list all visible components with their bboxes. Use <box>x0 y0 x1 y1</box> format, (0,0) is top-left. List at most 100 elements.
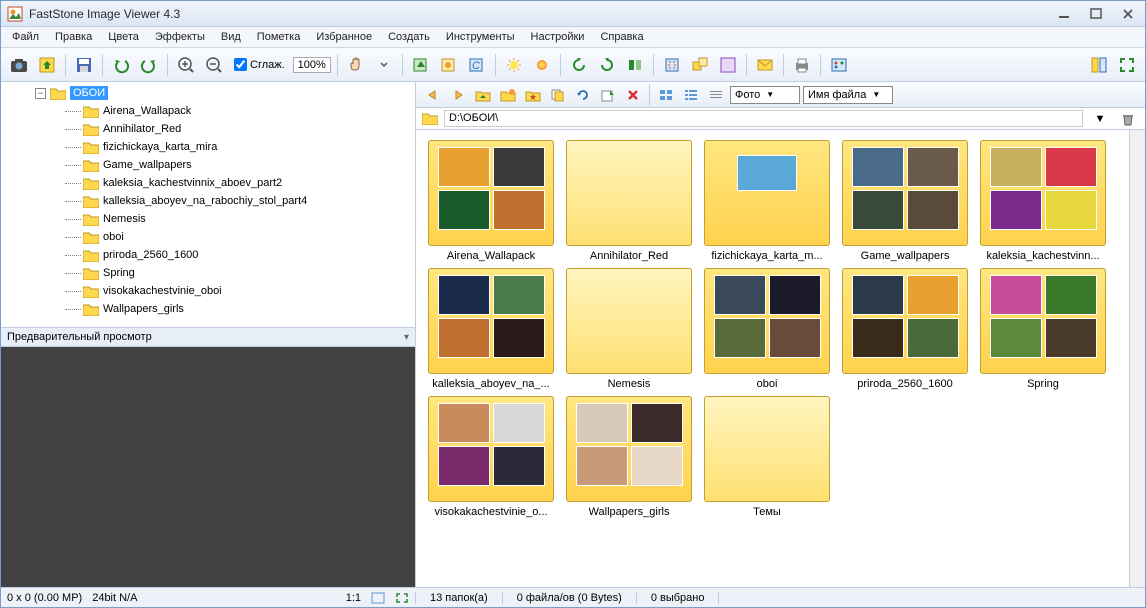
fit-icon[interactable] <box>371 592 385 604</box>
thumbnail-item[interactable]: oboi <box>702 268 832 390</box>
thumbnail-item[interactable]: Wallpapers_girls <box>564 396 694 518</box>
tree-node[interactable]: kalleksia_aboyev_na_rabochiy_stol_part4 <box>3 192 413 210</box>
trash-icon[interactable] <box>1117 109 1139 129</box>
menu-help[interactable]: Справка <box>593 29 650 45</box>
collapse-icon[interactable]: − <box>35 88 46 99</box>
thumbnail-label: Spring <box>1027 378 1059 390</box>
menu-favorites[interactable]: Избранное <box>309 29 379 45</box>
delete-icon[interactable] <box>622 85 644 105</box>
zoom-out-icon[interactable] <box>202 53 226 77</box>
view-list-icon[interactable] <box>680 85 702 105</box>
tool-c-icon[interactable]: C <box>465 53 489 77</box>
folder-icon <box>83 141 99 154</box>
preview-header[interactable]: Предварительный просмотр ▾ <box>1 327 415 347</box>
thumbnail-item[interactable]: Темы <box>702 396 832 518</box>
menu-file[interactable]: Файл <box>5 29 46 45</box>
lighten-icon[interactable] <box>502 53 526 77</box>
thumbnail-item[interactable]: Spring <box>978 268 1108 390</box>
tree-node[interactable]: Spring <box>3 264 413 282</box>
layout-icon[interactable] <box>1087 53 1111 77</box>
zoom-combo[interactable]: 100% <box>293 57 331 73</box>
thumbnail-item[interactable]: kalleksia_aboyev_na_... <box>426 268 556 390</box>
menu-tag[interactable]: Пометка <box>250 29 308 45</box>
scrollbar[interactable] <box>1129 130 1145 587</box>
tree-node-label: visokakachestvinie_oboi <box>103 285 222 297</box>
save-icon[interactable] <box>72 53 96 77</box>
print-icon[interactable] <box>790 53 814 77</box>
hand-icon[interactable] <box>344 53 368 77</box>
rotate-left-icon[interactable] <box>567 53 591 77</box>
capture-icon[interactable] <box>7 53 31 77</box>
new-folder-icon[interactable] <box>497 85 519 105</box>
up-icon[interactable] <box>472 85 494 105</box>
redo-icon[interactable] <box>137 53 161 77</box>
sort-combo[interactable]: Имя файла▼ <box>803 86 893 104</box>
undo-icon[interactable] <box>109 53 133 77</box>
path-dropdown-icon[interactable]: ▼ <box>1089 109 1111 129</box>
forward-icon[interactable] <box>447 85 469 105</box>
fullscreen-icon[interactable] <box>1115 53 1139 77</box>
tree-node[interactable]: visokakachestvinie_oboi <box>3 282 413 300</box>
smooth-checkbox[interactable]: Сглаж. <box>234 58 285 71</box>
view-details-icon[interactable] <box>705 85 727 105</box>
right-panel: Фото▼ Имя файла▼ D:\ОБОИ\ ▼ Airena_Walla… <box>416 82 1145 587</box>
acquire-icon[interactable] <box>35 53 59 77</box>
thumbnail-item[interactable]: priroda_2560_1600 <box>840 268 970 390</box>
close-button[interactable] <box>1117 6 1139 22</box>
thumbnail-area[interactable]: Airena_Wallapack Annihilator_Red fizichick… <box>416 130 1145 587</box>
rotate-right-icon[interactable] <box>595 53 619 77</box>
email-icon[interactable] <box>753 53 777 77</box>
back-icon[interactable] <box>422 85 444 105</box>
thumbnail-item[interactable]: Airena_Wallapack <box>426 140 556 262</box>
tree-node[interactable]: fizichickaya_karta_mira <box>3 138 413 156</box>
menu-edit[interactable]: Правка <box>48 29 99 45</box>
menu-settings[interactable]: Настройки <box>524 29 592 45</box>
path-input[interactable]: D:\ОБОИ\ <box>444 110 1083 127</box>
tree-node[interactable]: Airena_Wallapack <box>3 102 413 120</box>
view-mode-combo[interactable]: Фото▼ <box>730 86 800 104</box>
tree-root[interactable]: − ОБОИ <box>3 84 413 102</box>
tree-node[interactable]: Wallpapers_girls <box>3 300 413 318</box>
tree-node[interactable]: Annihilator_Red <box>3 120 413 138</box>
copy-icon[interactable] <box>547 85 569 105</box>
folder-tree[interactable]: − ОБОИ Airena_Wallapack Annihilator_Redfi… <box>1 82 415 327</box>
favorites-icon[interactable] <box>522 85 544 105</box>
maximize-button[interactable] <box>1085 6 1107 22</box>
resize-icon[interactable] <box>688 53 712 77</box>
tree-node-label: Airena_Wallapack <box>103 105 191 117</box>
thumbnail-item[interactable]: Nemesis <box>564 268 694 390</box>
hand-more-icon[interactable] <box>372 53 396 77</box>
canvas-icon[interactable] <box>716 53 740 77</box>
settings-icon[interactable] <box>827 53 851 77</box>
menu-create[interactable]: Создать <box>381 29 437 45</box>
status-depth: 24bit N/A <box>92 592 137 604</box>
menu-colors[interactable]: Цвета <box>101 29 146 45</box>
thumbnail-item[interactable]: Game_wallpapers <box>840 140 970 262</box>
thumbnail-item[interactable]: kaleksia_kachestvinn... <box>978 140 1108 262</box>
menu-tools[interactable]: Инструменты <box>439 29 522 45</box>
status-ratio: 1:1 <box>346 592 361 604</box>
menu-view[interactable]: Вид <box>214 29 248 45</box>
tree-node[interactable]: kaleksia_kachestvinnix_aboev_part2 <box>3 174 413 192</box>
view-large-icon[interactable] <box>655 85 677 105</box>
sun-icon[interactable] <box>530 53 554 77</box>
tool-b-icon[interactable] <box>437 53 461 77</box>
thumbnail-item[interactable]: Annihilator_Red <box>564 140 694 262</box>
chevron-down-icon[interactable]: ▾ <box>404 332 409 343</box>
export-icon[interactable] <box>597 85 619 105</box>
crop-icon[interactable] <box>660 53 684 77</box>
thumbnail-label: Annihilator_Red <box>590 250 668 262</box>
zoom-in-icon[interactable] <box>174 53 198 77</box>
flip-h-icon[interactable] <box>623 53 647 77</box>
tree-node[interactable]: Nemesis <box>3 210 413 228</box>
tool-a-icon[interactable] <box>409 53 433 77</box>
minimize-button[interactable] <box>1053 6 1075 22</box>
refresh-icon[interactable] <box>572 85 594 105</box>
thumbnail-item[interactable]: fizichickaya_karta_m... <box>702 140 832 262</box>
expand-icon[interactable] <box>395 592 409 604</box>
thumbnail-item[interactable]: visokakachestvinie_o... <box>426 396 556 518</box>
menu-effects[interactable]: Эффекты <box>148 29 212 45</box>
tree-node[interactable]: Game_wallpapers <box>3 156 413 174</box>
tree-node[interactable]: priroda_2560_1600 <box>3 246 413 264</box>
tree-node[interactable]: oboi <box>3 228 413 246</box>
